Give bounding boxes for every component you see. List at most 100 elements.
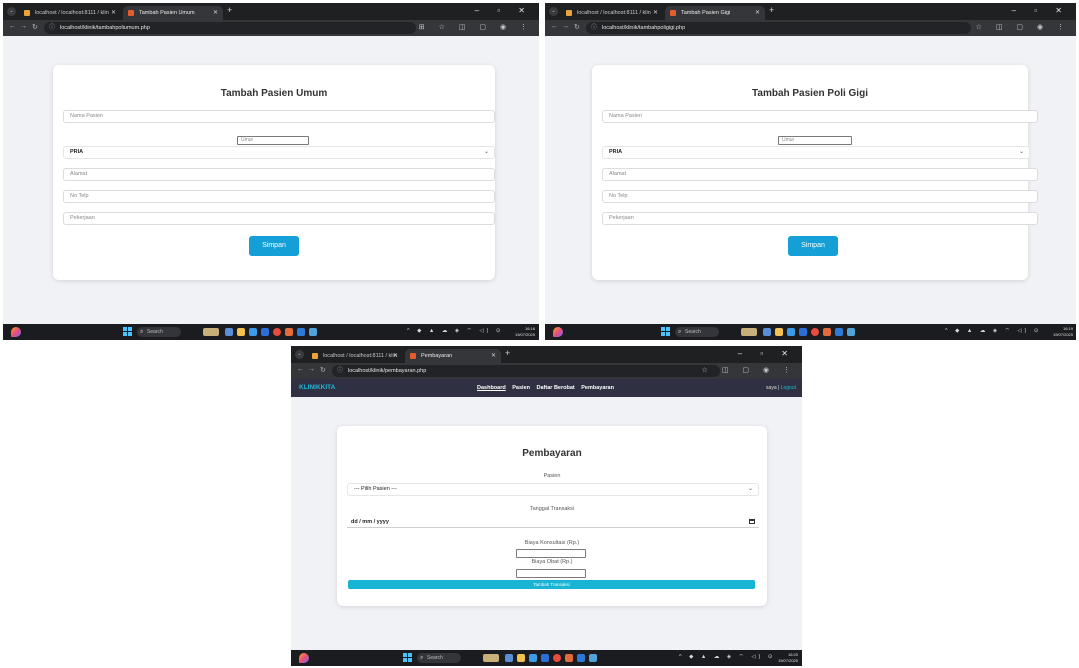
close-tab-icon[interactable]: ✕ bbox=[213, 6, 218, 20]
pekerjaan-input[interactable]: Pekerjaan bbox=[63, 212, 495, 225]
calendar-icon[interactable] bbox=[749, 519, 755, 524]
tab-search-icon[interactable]: ⌄ bbox=[549, 7, 558, 16]
vscode-icon[interactable] bbox=[835, 328, 843, 336]
taskbar-clock[interactable]: 16:20 19/07/2025 bbox=[778, 652, 798, 663]
nav-dashboard[interactable]: Dashboard bbox=[477, 385, 506, 391]
close-tab-icon[interactable]: ✕ bbox=[755, 6, 760, 20]
vscode-icon[interactable] bbox=[577, 654, 585, 662]
widgets-icon[interactable] bbox=[553, 327, 563, 337]
xampp-icon[interactable] bbox=[285, 328, 293, 336]
nama-pasien-input[interactable]: Nama Pasien bbox=[602, 110, 1038, 123]
taskbar-app-icon[interactable] bbox=[741, 328, 757, 336]
no-telp-input[interactable]: No Telp bbox=[63, 190, 495, 203]
chrome-icon[interactable] bbox=[553, 654, 561, 662]
tab-phpmyadmin[interactable]: localhost / localhost:8111 / klin ✕ bbox=[307, 349, 403, 363]
biaya-konsultasi-input[interactable] bbox=[516, 549, 586, 558]
simpan-button[interactable]: Simpan bbox=[249, 236, 299, 256]
gender-select[interactable]: PRIA ⌄ bbox=[63, 146, 495, 159]
system-tray[interactable]: ^ ◆ ▲ ☁ ◈ ⌔ ◁) ⊙ bbox=[679, 653, 776, 660]
window-controls[interactable]: – ▫ ✕ bbox=[738, 349, 796, 358]
file-explorer-icon[interactable] bbox=[763, 328, 771, 336]
tab-search-icon[interactable]: ⌄ bbox=[7, 7, 16, 16]
folder-icon[interactable] bbox=[775, 328, 783, 336]
close-tab-icon[interactable]: ✕ bbox=[393, 349, 398, 363]
taskbar-app-icon[interactable] bbox=[483, 654, 499, 662]
umur-input[interactable]: Umur bbox=[778, 136, 852, 145]
nav-daftar-berobat[interactable]: Daftar Berobat bbox=[537, 385, 575, 391]
folder-icon[interactable] bbox=[237, 328, 245, 336]
window-controls[interactable]: – ▫ ✕ bbox=[1012, 6, 1070, 15]
terminal-icon[interactable] bbox=[309, 328, 317, 336]
terminal-icon[interactable] bbox=[589, 654, 597, 662]
reload-icon[interactable]: ↻ bbox=[574, 23, 580, 31]
browser-extension-icons[interactable]: ⊞ ☆ ◫ ▢ ◉ ⋮ bbox=[419, 23, 533, 31]
reload-icon[interactable]: ↻ bbox=[32, 23, 38, 31]
taskbar-search-box[interactable]: ⌕ Search bbox=[675, 327, 719, 337]
widgets-icon[interactable] bbox=[299, 653, 309, 663]
alamat-input[interactable]: Alamat bbox=[63, 168, 495, 181]
gender-select[interactable]: PRIA ⌄ bbox=[602, 146, 1030, 159]
edge-icon[interactable] bbox=[529, 654, 537, 662]
taskbar-clock[interactable]: 16:19 19/07/2025 bbox=[1053, 326, 1073, 337]
nama-pasien-input[interactable]: Nama Pasien bbox=[63, 110, 495, 123]
tab-phpmyadmin[interactable]: localhost / localhost:8111 / klin ✕ bbox=[561, 6, 663, 20]
tanggal-transaksi-input[interactable]: dd / mm / yyyy bbox=[347, 516, 759, 528]
address-bar[interactable]: ⓘ localhost/klinik/pembayaran.php bbox=[332, 365, 720, 377]
back-icon[interactable]: ← bbox=[9, 23, 16, 30]
windows-start-icon[interactable] bbox=[403, 653, 412, 662]
xampp-icon[interactable] bbox=[565, 654, 573, 662]
edge-icon[interactable] bbox=[787, 328, 795, 336]
system-tray[interactable]: ^ ◆ ▲ ☁ ◈ ⌔ ◁) ⊙ bbox=[945, 327, 1042, 334]
nav-pembayaran[interactable]: Pembayaran bbox=[581, 385, 614, 391]
tab-pembayaran[interactable]: Pembayaran ✕ bbox=[405, 349, 501, 363]
new-tab-icon[interactable]: + bbox=[505, 348, 510, 358]
logout-link[interactable]: Logout bbox=[781, 385, 796, 391]
chrome-icon[interactable] bbox=[811, 328, 819, 336]
no-telp-input[interactable]: No Telp bbox=[602, 190, 1038, 203]
vscode-icon[interactable] bbox=[297, 328, 305, 336]
file-explorer-icon[interactable] bbox=[225, 328, 233, 336]
forward-icon[interactable]: → bbox=[20, 23, 27, 30]
close-tab-icon[interactable]: ✕ bbox=[653, 6, 658, 20]
pekerjaan-input[interactable]: Pekerjaan bbox=[602, 212, 1038, 225]
taskbar-app-icon[interactable] bbox=[203, 328, 219, 336]
biaya-obat-input[interactable] bbox=[516, 569, 586, 578]
address-bar[interactable]: ⓘ localhost/klinik/tambahpoligigi.php bbox=[586, 22, 971, 34]
browser-extension-icons[interactable]: ☆ ◫ ▢ ◉ ⋮ bbox=[976, 23, 1070, 31]
tab-tambah-pasien-umum[interactable]: Tambah Pasien Umum ✕ bbox=[123, 6, 223, 20]
terminal-icon[interactable] bbox=[847, 328, 855, 336]
brand-logo[interactable]: KLINIKKITA bbox=[299, 379, 335, 397]
nav-pasien[interactable]: Pasien bbox=[512, 385, 530, 391]
tab-search-icon[interactable]: ⌄ bbox=[295, 350, 304, 359]
store-icon[interactable] bbox=[541, 654, 549, 662]
close-tab-icon[interactable]: ✕ bbox=[111, 6, 116, 20]
chrome-icon[interactable] bbox=[273, 328, 281, 336]
system-tray[interactable]: ^ ◆ ▲ ☁ ◈ ⌔ ◁) ⊙ bbox=[407, 327, 504, 334]
pasien-select[interactable]: --- Pilih Pasien --- ⌄ bbox=[347, 483, 759, 496]
taskbar-search-box[interactable]: ⌕ Search bbox=[137, 327, 181, 337]
new-tab-icon[interactable]: + bbox=[769, 5, 774, 15]
back-icon[interactable]: ← bbox=[551, 23, 558, 30]
umur-input[interactable]: Umur bbox=[237, 136, 309, 145]
forward-icon[interactable]: → bbox=[308, 366, 315, 373]
forward-icon[interactable]: → bbox=[562, 23, 569, 30]
tab-phpmyadmin[interactable]: localhost / localhost:8111 / klin ✕ bbox=[19, 6, 121, 20]
folder-icon[interactable] bbox=[517, 654, 525, 662]
taskbar-search-box[interactable]: ⌕ Search bbox=[417, 653, 461, 663]
xampp-icon[interactable] bbox=[823, 328, 831, 336]
store-icon[interactable] bbox=[261, 328, 269, 336]
file-explorer-icon[interactable] bbox=[505, 654, 513, 662]
tambah-transaksi-button[interactable]: Tambah Transaksi bbox=[348, 580, 755, 589]
new-tab-icon[interactable]: + bbox=[227, 5, 232, 15]
edge-icon[interactable] bbox=[249, 328, 257, 336]
window-controls[interactable]: – ▫ ✕ bbox=[475, 6, 533, 15]
tab-tambah-pasien-gigi[interactable]: Tambah Pasien Gigi ✕ bbox=[665, 6, 765, 20]
reload-icon[interactable]: ↻ bbox=[320, 366, 326, 374]
simpan-button[interactable]: Simpan bbox=[788, 236, 838, 256]
store-icon[interactable] bbox=[799, 328, 807, 336]
windows-start-icon[interactable] bbox=[123, 327, 132, 336]
widgets-icon[interactable] bbox=[11, 327, 21, 337]
alamat-input[interactable]: Alamat bbox=[602, 168, 1038, 181]
close-tab-icon[interactable]: ✕ bbox=[491, 349, 496, 363]
browser-extension-icons[interactable]: ☆ ◫ ▢ ◉ ⋮ bbox=[702, 366, 796, 374]
